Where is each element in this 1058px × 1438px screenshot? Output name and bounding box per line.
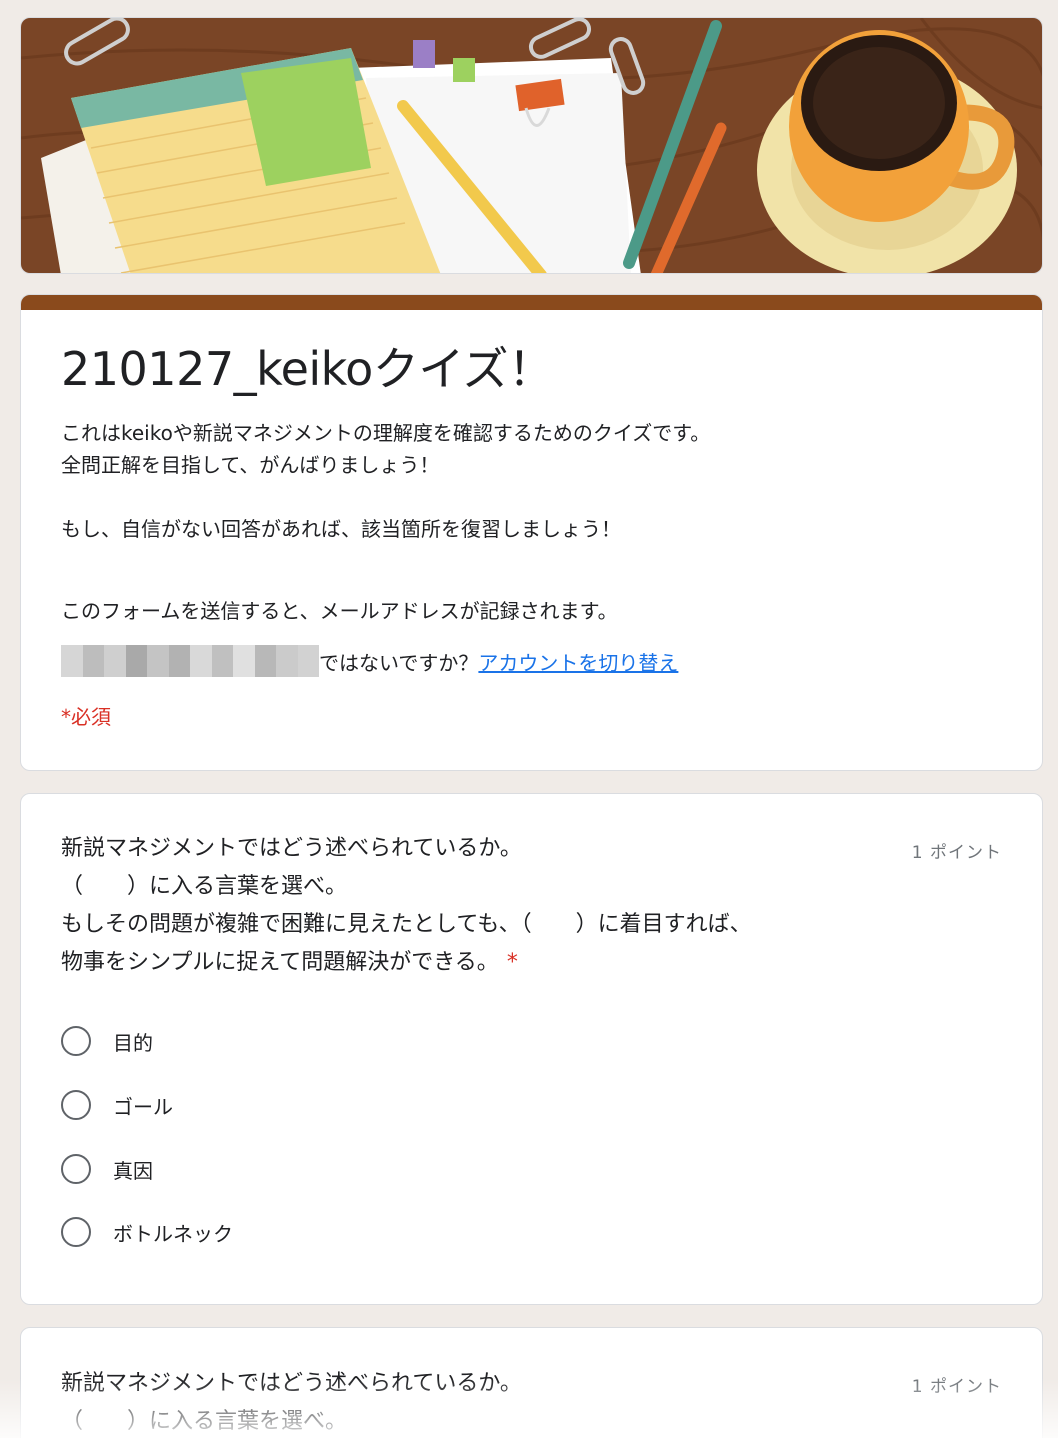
form-title: 210127_keikoクイズ！ [61,342,554,396]
account-line: ではないですか？ アカウントを切り替え [61,645,678,677]
option-label: ボトルネック [113,1221,233,1246]
option-label: 目的 [113,1030,153,1055]
question-line: 新説マネジメントではどう述べられているか。 [61,836,522,861]
question-line: もしその問題が複雑で困難に見えたとしても、（ ）に着目すれば、 [61,912,752,937]
question-text: 新説マネジメントではどう述べられているか。 （ ）に入る言葉を選べ。 [61,1365,522,1438]
question-text: 新説マネジメントではどう述べられているか。 （ ）に入る言葉を選べ。 もしその問… [61,830,752,982]
question-line: 新説マネジメントではどう述べられているか。 [61,1371,522,1396]
required-asterisk: * [506,950,518,975]
question-card: 新説マネジメントではどう述べられているか。 （ ）に入る言葉を選べ。 もしその問… [20,793,1043,1305]
header-banner-image [20,17,1043,274]
option-row[interactable]: 目的 [61,1024,153,1058]
radio-button[interactable] [61,1154,91,1184]
form-page: 210127_keikoクイズ！ これはkeikoや新説マネジメントの理解度を確… [0,0,1058,1438]
option-label: 真因 [113,1158,153,1183]
form-description-line: 全問正解を目指して、がんばりましょう！ [61,453,440,477]
question-line: 物事をシンプルに捉えて問題解決ができる。 [61,950,499,975]
form-description-line: もし、自信がない回答があれば、該当箇所を復習しましょう！ [61,517,621,541]
question-points: 1 ポイント [911,1377,1002,1397]
email-record-notice: このフォームを送信すると、メールアドレスが記録されます。 [61,599,618,623]
option-row[interactable]: ゴール [61,1088,173,1122]
question-points: 1 ポイント [911,843,1002,863]
not-you-text: ではないですか？ [319,650,479,675]
redacted-email-block [61,645,319,677]
form-description-line: これはkeikoや新説マネジメントの理解度を確認するためのクイズです。 [61,421,711,445]
question-line: （ ）に入る言葉を選べ。 [61,1409,348,1434]
question-card: 新説マネジメントではどう述べられているか。 （ ）に入る言葉を選べ。 1 ポイン… [20,1327,1043,1438]
title-card-accent-bar [21,295,1042,310]
radio-button[interactable] [61,1026,91,1056]
option-row[interactable]: 真因 [61,1152,153,1186]
question-line-last: 物事をシンプルに捉えて問題解決ができる。 * [61,944,752,982]
required-note: *必須 [61,705,111,729]
option-label: ゴール [113,1094,173,1119]
option-row[interactable]: ボトルネック [61,1215,233,1249]
radio-button[interactable] [61,1217,91,1247]
switch-account-link[interactable]: アカウントを切り替え [478,647,678,676]
radio-button[interactable] [61,1090,91,1120]
question-line: （ ）に入る言葉を選べ。 [61,874,348,899]
form-header-card: 210127_keikoクイズ！ これはkeikoや新説マネジメントの理解度を確… [20,294,1043,771]
